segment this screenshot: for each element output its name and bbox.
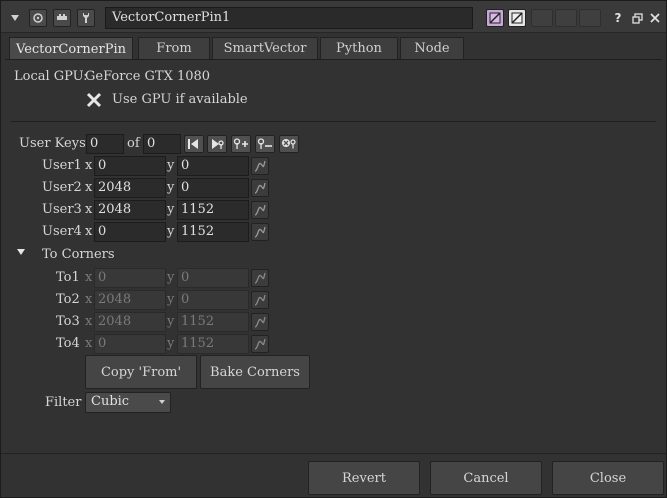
to2-x-input: 2048	[94, 290, 166, 310]
local-gpu-label: Local GPU:	[14, 69, 88, 84]
x-label: x	[85, 224, 93, 239]
tile-color-icon[interactable]	[486, 9, 504, 27]
user2-x-input[interactable]: 2048	[94, 178, 166, 198]
user3-y-input[interactable]: 1152	[177, 200, 249, 220]
to2-y-input: 0	[177, 290, 249, 310]
x-label: x	[85, 202, 93, 217]
tab-python[interactable]: Python	[320, 37, 398, 59]
node-view-icon[interactable]	[29, 9, 47, 27]
copy-from-button[interactable]: Copy 'From'	[85, 355, 197, 389]
to3-x-input: 2048	[94, 312, 166, 332]
user-keys-current-input[interactable]: 0	[86, 134, 124, 154]
filter-value: Cubic	[91, 394, 130, 409]
cancel-button[interactable]: Cancel	[430, 461, 542, 495]
node-name-input[interactable]: VectorCornerPin1	[105, 7, 473, 29]
user4-label: User4	[42, 224, 82, 239]
undo-icon	[531, 9, 553, 27]
tab-divider	[5, 59, 662, 60]
user2-label: User2	[42, 180, 82, 195]
y-label: y	[167, 336, 175, 351]
node-color-icon[interactable]	[53, 9, 71, 27]
to1-x-input: 0	[94, 268, 166, 288]
user2-y-input[interactable]: 0	[177, 178, 249, 198]
y-label: y	[167, 270, 175, 285]
font-color-icon[interactable]	[508, 9, 526, 27]
title-bar: VectorCornerPin1 ?	[1, 1, 666, 33]
to4-y-input: 1152	[177, 334, 249, 354]
x-label: x	[85, 180, 93, 195]
use-gpu-checkbox[interactable]	[86, 92, 102, 108]
user4-y-input[interactable]: 1152	[177, 222, 249, 242]
curve-icon[interactable]	[251, 223, 269, 241]
y-label: y	[167, 314, 175, 329]
user4-x-input[interactable]: 0	[94, 222, 166, 242]
user3-label: User3	[42, 202, 82, 217]
y-label: y	[167, 158, 175, 173]
curve-icon[interactable]	[251, 179, 269, 197]
x-label: x	[85, 336, 93, 351]
revert-knobs-icon	[579, 9, 601, 27]
x-label: x	[85, 270, 93, 285]
local-gpu-value: GeForce GTX 1080	[85, 69, 211, 84]
user-keys-label: User Keys	[19, 136, 86, 151]
revert-button[interactable]: Revert	[308, 461, 420, 495]
redo-icon	[555, 9, 577, 27]
y-label: y	[167, 180, 175, 195]
curve-icon[interactable]	[251, 157, 269, 175]
filter-label: Filter	[45, 395, 82, 410]
to2-label: To2	[56, 292, 80, 307]
filter-dropdown[interactable]: Cubic	[85, 392, 171, 413]
next-key-icon[interactable]	[207, 135, 227, 153]
curve-icon[interactable]	[251, 291, 269, 309]
x-label: x	[85, 292, 93, 307]
user1-label: User1	[42, 158, 82, 173]
close-button[interactable]: Close	[552, 461, 664, 495]
footer-divider	[1, 453, 666, 454]
x-label: x	[85, 158, 93, 173]
to3-y-input: 1152	[177, 312, 249, 332]
x-label: x	[85, 314, 93, 329]
to1-y-input: 0	[177, 268, 249, 288]
curve-icon[interactable]	[251, 335, 269, 353]
user3-x-input[interactable]: 2048	[94, 200, 166, 220]
to4-x-input: 0	[94, 334, 166, 354]
tab-smartvector[interactable]: SmartVector	[212, 37, 318, 59]
add-key-icon[interactable]	[231, 135, 251, 153]
remove-key-icon[interactable]	[255, 135, 275, 153]
tab-node[interactable]: Node	[400, 37, 464, 59]
clear-keys-icon[interactable]	[279, 135, 299, 153]
to-corners-label: To Corners	[42, 247, 115, 262]
group-expand-arrow-icon[interactable]	[16, 246, 28, 258]
bake-corners-button[interactable]: Bake Corners	[200, 355, 310, 389]
to1-label: To1	[56, 270, 80, 285]
collapse-arrow-icon[interactable]	[6, 9, 24, 27]
prev-key-icon[interactable]	[184, 135, 204, 153]
y-label: y	[167, 202, 175, 217]
use-gpu-label: Use GPU if available	[112, 92, 248, 107]
tab-from[interactable]: From	[138, 37, 210, 59]
curve-icon[interactable]	[251, 201, 269, 219]
curve-icon[interactable]	[251, 313, 269, 331]
y-label: y	[167, 224, 175, 239]
user-keys-total-input[interactable]: 0	[143, 134, 181, 154]
section-divider	[11, 121, 656, 122]
user1-x-input[interactable]: 0	[94, 156, 166, 176]
float-panel-icon[interactable]	[628, 9, 646, 27]
to3-label: To3	[56, 314, 80, 329]
y-label: y	[167, 292, 175, 307]
user-keys-of-label: of	[127, 136, 140, 151]
help-icon[interactable]: ?	[609, 9, 627, 27]
to4-label: To4	[56, 336, 80, 351]
user1-y-input[interactable]: 0	[177, 156, 249, 176]
properties-panel: VectorCornerPin1 ? VectorCornerPin From …	[0, 0, 667, 498]
wrench-icon[interactable]	[77, 9, 95, 27]
tab-vectorcornerpin[interactable]: VectorCornerPin	[9, 37, 133, 60]
curve-icon[interactable]	[251, 269, 269, 287]
chevron-down-icon	[159, 400, 165, 404]
close-icon[interactable]	[646, 9, 664, 27]
